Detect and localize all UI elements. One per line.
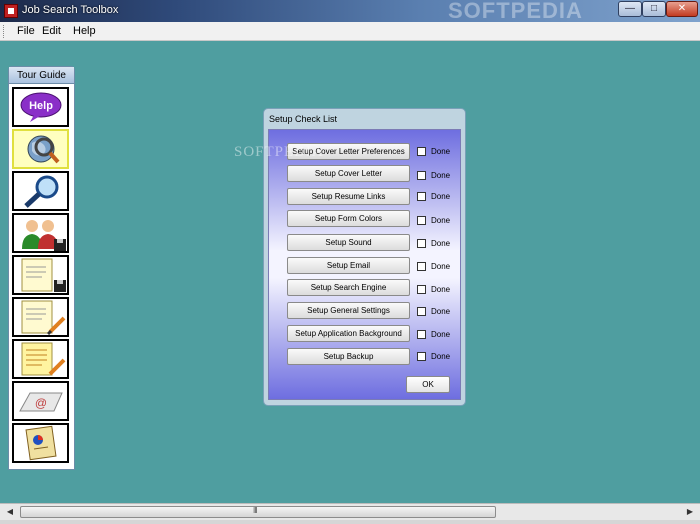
setup-general-settings-button[interactable]: Setup General Settings xyxy=(287,302,410,319)
done-label: Done xyxy=(431,330,451,339)
tool-search[interactable] xyxy=(12,171,69,211)
tool-report[interactable] xyxy=(12,423,69,463)
setup-cover-letter-button[interactable]: Setup Cover Letter xyxy=(287,165,410,182)
close-button[interactable]: ✕ xyxy=(666,1,698,17)
tool-contacts[interactable] xyxy=(12,213,69,253)
setup-resume-links-button[interactable]: Setup Resume Links xyxy=(287,188,410,205)
tool-document-save[interactable] xyxy=(12,255,69,295)
tool-document-edit[interactable] xyxy=(12,297,69,337)
document-save-icon xyxy=(21,258,66,292)
tool-email[interactable]: @ xyxy=(12,381,69,421)
tour-guide-panel: Tour Guide Help @ xyxy=(8,66,75,470)
contacts-save-icon xyxy=(22,220,66,251)
done-checkbox[interactable] xyxy=(417,330,426,339)
menu-edit[interactable]: Edit xyxy=(42,25,61,37)
minimize-button[interactable]: — xyxy=(618,1,642,17)
menu-help[interactable]: Help xyxy=(73,25,96,37)
magnifier-icon xyxy=(24,175,59,208)
done-label: Done xyxy=(431,147,451,156)
horizontal-scrollbar[interactable]: ◀ III ▶ xyxy=(0,503,700,520)
done-checkbox[interactable] xyxy=(417,262,426,271)
setup-application-background-button[interactable]: Setup Application Background xyxy=(287,325,410,342)
done-checkbox[interactable] xyxy=(417,216,426,225)
done-label: Done xyxy=(431,171,451,180)
svg-text:@: @ xyxy=(35,396,47,410)
done-checkbox[interactable] xyxy=(417,239,426,248)
softpedia-watermark: SOFTPEDIA xyxy=(448,0,583,23)
title-bar: Job Search Toolbox SOFTPEDIA — □ ✕ xyxy=(0,0,700,23)
tour-guide-title: Tour Guide xyxy=(9,67,74,84)
scroll-right-arrow[interactable]: ▶ xyxy=(682,505,698,519)
scroll-thumb[interactable]: III xyxy=(20,506,496,518)
ok-button[interactable]: OK xyxy=(406,376,450,393)
setup-backup-button[interactable]: Setup Backup xyxy=(287,348,410,365)
setup-sound-button[interactable]: Setup Sound xyxy=(287,234,410,251)
tool-globe-search[interactable] xyxy=(12,129,69,169)
done-label: Done xyxy=(431,262,451,271)
done-label: Done xyxy=(431,192,451,201)
document-report-icon xyxy=(25,425,57,461)
notes-edit-icon xyxy=(21,342,66,376)
done-checkbox[interactable] xyxy=(417,307,426,316)
done-checkbox[interactable] xyxy=(417,285,426,294)
menu-bar: File Edit Help xyxy=(0,22,700,41)
setup-email-button[interactable]: Setup Email xyxy=(287,257,410,274)
tool-notes-edit[interactable] xyxy=(12,339,69,379)
done-label: Done xyxy=(431,216,451,225)
help-bubble-icon: Help xyxy=(20,92,62,122)
menu-file[interactable]: File xyxy=(17,25,35,37)
softpedia-dialog-watermark: SOFTPEDIA xyxy=(234,144,324,160)
document-edit-icon xyxy=(21,300,66,336)
status-bar xyxy=(0,520,700,524)
done-checkbox[interactable] xyxy=(417,352,426,361)
done-checkbox[interactable] xyxy=(417,171,426,180)
app-icon[interactable] xyxy=(4,4,18,18)
scroll-thumb-grip: III xyxy=(253,506,258,515)
dialog-body: Setup Cover Letter Preferences Done Setu… xyxy=(268,129,461,400)
maximize-button[interactable]: □ xyxy=(642,1,666,17)
window-title: Job Search Toolbox xyxy=(22,4,119,16)
tool-help[interactable]: Help xyxy=(12,87,69,127)
done-label: Done xyxy=(431,352,451,361)
setup-form-colors-button[interactable]: Setup Form Colors xyxy=(287,210,410,227)
dialog-title: Setup Check List xyxy=(269,114,338,124)
done-checkbox[interactable] xyxy=(417,147,426,156)
done-checkbox[interactable] xyxy=(417,192,426,201)
help-tool-label: Help xyxy=(29,100,53,112)
globe-search-icon xyxy=(27,135,60,164)
scroll-left-arrow[interactable]: ◀ xyxy=(2,505,18,519)
menu-grip xyxy=(3,25,6,38)
email-icon: @ xyxy=(19,392,63,412)
done-label: Done xyxy=(431,285,451,294)
setup-search-engine-button[interactable]: Setup Search Engine xyxy=(287,279,410,296)
done-label: Done xyxy=(431,307,451,316)
done-label: Done xyxy=(431,239,451,248)
